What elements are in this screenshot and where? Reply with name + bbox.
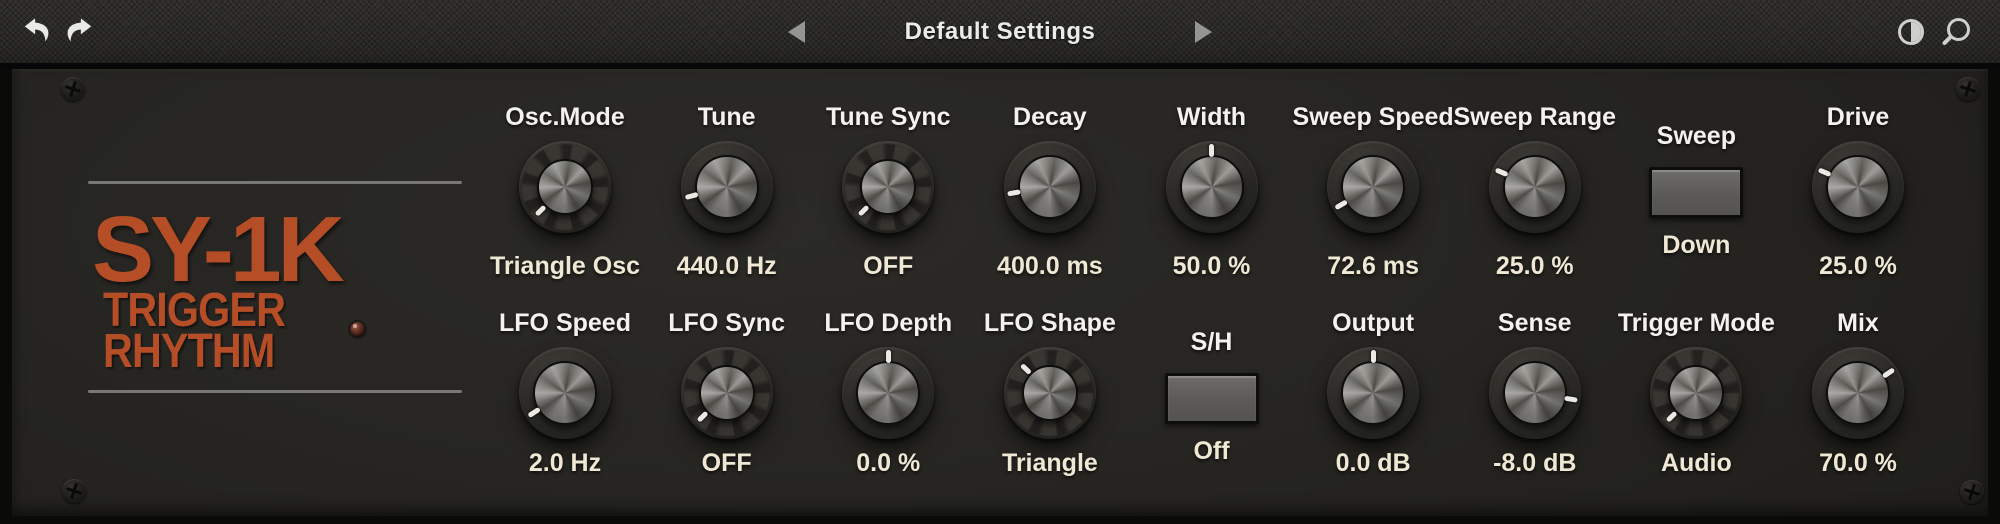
knob-sweep-speed[interactable] xyxy=(1327,141,1419,233)
next-preset-arrow-icon[interactable] xyxy=(1195,21,1212,43)
knob-decay[interactable] xyxy=(1004,141,1096,233)
redo-arrow-icon xyxy=(64,17,94,47)
knob-lfo-sync[interactable] xyxy=(681,347,773,439)
control-label-mix: Mix xyxy=(1758,307,1958,339)
undo-button[interactable] xyxy=(20,0,54,63)
knob-indicator xyxy=(842,347,934,439)
control-value-mix: 70.0 % xyxy=(1758,447,1958,479)
knob-tune[interactable] xyxy=(681,141,773,233)
knob-sense[interactable] xyxy=(1489,347,1581,439)
preset-toolbar: Default Settings xyxy=(0,0,2000,69)
knob-lfo-shape[interactable] xyxy=(1004,347,1096,439)
knob-output[interactable] xyxy=(1327,347,1419,439)
brand-model-title: SY-1K xyxy=(92,203,341,296)
brand-sub-line2: RHYTHM xyxy=(103,328,274,376)
knob-indicator xyxy=(1166,141,1258,233)
screw-icon-bottom-left xyxy=(62,479,86,503)
knob-lfo-speed[interactable] xyxy=(519,347,611,439)
knob-indicator xyxy=(1327,347,1419,439)
knob-indicator xyxy=(1482,340,1587,445)
redo-button[interactable] xyxy=(62,0,96,63)
sweep-button[interactable] xyxy=(1649,167,1743,218)
preset-name[interactable]: Default Settings xyxy=(885,18,1115,46)
knob-tune-sync[interactable] xyxy=(842,141,934,233)
screw-icon-top-right xyxy=(1956,77,1980,101)
knob-trigger-mode[interactable] xyxy=(1650,347,1742,439)
power-led xyxy=(350,322,365,337)
knob-osc-mode[interactable] xyxy=(519,141,611,233)
screw-icon-top-left xyxy=(61,77,85,101)
knob-lfo-depth[interactable] xyxy=(842,347,934,439)
s-h-button[interactable] xyxy=(1165,373,1259,424)
brand-divider-top xyxy=(88,181,462,184)
magnifier-zoom-icon[interactable] xyxy=(1947,18,1970,41)
knob-drive[interactable] xyxy=(1812,141,1904,233)
knob-indicator xyxy=(997,134,1104,241)
brand-divider-bottom xyxy=(88,390,462,393)
previous-preset-arrow-icon[interactable] xyxy=(788,21,805,43)
screw-icon-bottom-right xyxy=(1960,480,1984,504)
undo-arrow-icon xyxy=(22,17,52,47)
contrast-theme-icon[interactable] xyxy=(1898,19,1924,45)
knob-width[interactable] xyxy=(1166,141,1258,233)
preset-navigator: Default Settings xyxy=(788,0,1212,63)
control-label-drive: Drive xyxy=(1758,101,1958,133)
knob-mix[interactable] xyxy=(1812,347,1904,439)
control-value-drive: 25.0 % xyxy=(1758,250,1958,282)
plugin-window: Default Settings SY-1K TRIGGER RHYTHM Os… xyxy=(0,0,2000,524)
knob-sweep-range[interactable] xyxy=(1489,141,1581,233)
